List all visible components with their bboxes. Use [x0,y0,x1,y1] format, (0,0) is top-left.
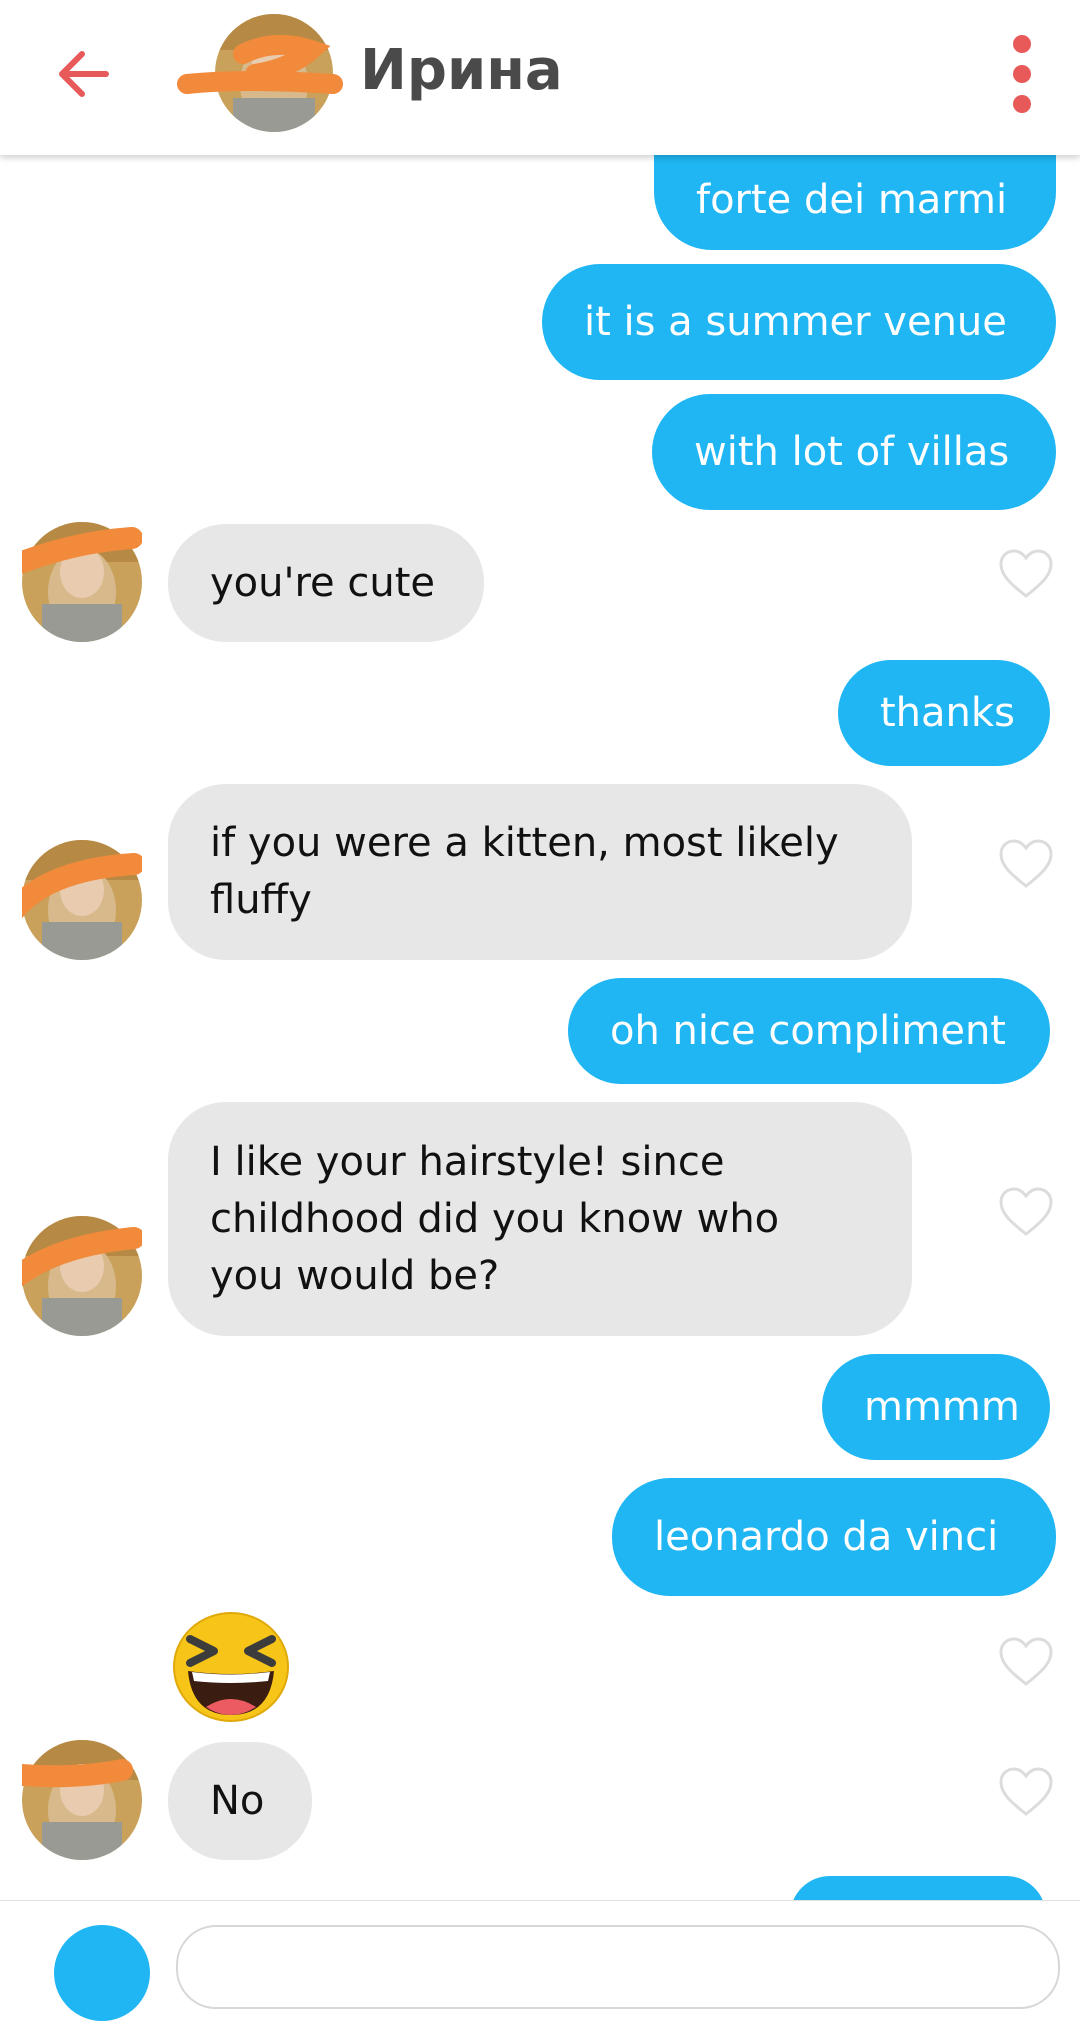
chat-header: Ирина [0,0,1080,155]
message-incoming: if you were a kitten, most likely fluffy [168,784,912,960]
arrow-left-icon[interactable] [50,38,122,110]
more-vertical-icon[interactable] [1002,34,1042,114]
message-outgoing: mmmm [822,1354,1050,1460]
heart-icon[interactable] [998,1186,1054,1238]
message-incoming: No [168,1742,312,1860]
heart-icon[interactable] [998,548,1054,600]
gif-button[interactable] [54,1925,150,2021]
message-outgoing: oh nice compliment [568,978,1050,1084]
message-outgoing: with lot of villas [652,394,1056,510]
match-avatar[interactable] [22,840,142,960]
message-incoming: I like your hairstyle! since childhood d… [168,1102,912,1336]
message-outgoing: forte dei marmi [654,150,1056,250]
message-outgoing: thanks [838,660,1050,766]
message-input[interactable] [176,1925,1060,2009]
message-outgoing: leonardo da vinci [612,1478,1056,1596]
heart-icon[interactable] [998,1636,1054,1688]
match-avatar[interactable] [22,522,142,642]
heart-icon[interactable] [998,1766,1054,1818]
message-composer [0,1900,1080,2021]
match-name[interactable]: Ирина [360,36,563,106]
match-avatar[interactable] [22,1216,142,1336]
heart-icon[interactable] [998,838,1054,890]
match-avatar[interactable] [177,14,343,132]
message-incoming: you're cute [168,524,484,642]
laughing-face-emoji [173,1612,289,1722]
chat-thread[interactable]: forte dei marmi it is a summer venue wit… [0,0,1080,1939]
message-outgoing: it is a summer venue [542,264,1056,380]
match-avatar[interactable] [22,1740,142,1860]
